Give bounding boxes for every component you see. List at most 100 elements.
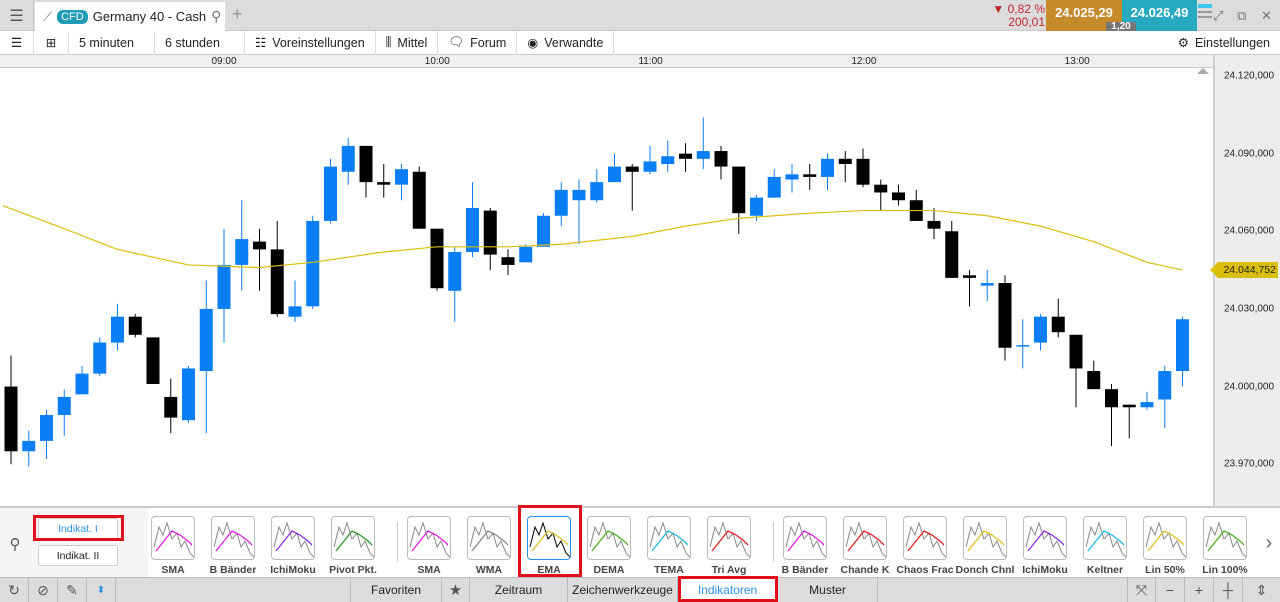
indicator-lin-50-[interactable]: Lin 50% [1135,516,1195,576]
price-axis[interactable]: 24.120,000 24.090,000 24.060,000 24.030,000… [1197,55,1280,506]
indicator-tema[interactable]: TEMA [639,516,699,576]
candle [590,169,604,203]
indicator-thumbnail-icon [407,516,451,560]
add-tab-button[interactable]: + [232,4,243,25]
indicator-thumbnail-icon [843,516,887,560]
candle-body [164,396,178,418]
candle [146,337,160,384]
price-tick-label: 24.090,000 [1224,148,1275,160]
range-select[interactable]: 6 stunden [155,30,245,55]
menu-icon[interactable]: ☰ [0,0,34,31]
pencil-icon[interactable]: ✎ [58,578,87,602]
zoom-out-icon[interactable]: − [1156,578,1185,602]
fit-icon[interactable]: ⤧ [1127,578,1156,602]
candle [57,389,71,436]
change-absolute: 200,01 [1008,15,1045,29]
indicator-chaos-frac[interactable]: Chaos Frac [895,516,955,576]
candle [732,166,746,234]
crosshair-icon[interactable]: ┼ [1214,578,1243,602]
refresh-icon[interactable]: ↻ [0,578,29,602]
candle-body [537,215,550,247]
indicator-thumbnail-icon [903,516,947,560]
candle-body [1158,371,1172,400]
vertical-fit-icon[interactable]: ⇕ [1243,578,1280,602]
ban-icon[interactable]: ⊘ [29,578,58,602]
scroll-up-icon[interactable] [1197,68,1209,74]
candle-body [430,228,444,289]
candle [483,207,497,271]
candle [199,280,213,434]
indicator-b-b-nder[interactable]: B Bänder [203,516,263,576]
time-tick-label: 11:00 [638,56,663,67]
candle [945,220,959,278]
layout-icon[interactable] [1198,4,1212,26]
candle-body [750,197,763,216]
eye-icon: ◉ [527,36,539,50]
tab-favoriten[interactable]: Favoriten [350,578,442,602]
search-icon[interactable]: ⚲ [211,8,221,25]
indicator-tri-avg[interactable]: Tri Avg [699,516,759,576]
popout-icon[interactable]: ⧉ [1237,8,1246,24]
candle-body [554,189,568,216]
candle [661,140,675,172]
indicator-pivot-pkt-[interactable]: Pivot Pkt. [323,516,383,576]
indicator-keltner[interactable]: Keltner [1075,516,1135,576]
candle-body [945,231,959,278]
indicator-dema[interactable]: DEMA [579,516,639,576]
tab-zeichenwerkzeuge[interactable]: Zeichenwerkzeuge [568,578,678,602]
candle [625,163,639,211]
indicator-donch-chnl[interactable]: Donch Chnl [955,516,1015,576]
indicator-ichimoku[interactable]: IchiMoku [263,516,323,576]
candle [909,189,923,221]
candlestick-chart[interactable] [3,68,1213,506]
candle [253,228,266,291]
zoom-in-icon[interactable]: + [1185,578,1214,602]
indicator-b-b-nder[interactable]: B Bänder [775,516,835,576]
indicator-wma[interactable]: WMA [459,516,519,576]
candle [217,228,231,343]
candle [892,184,905,206]
search-icon[interactable]: ⚲ [0,508,30,579]
candle-body [199,308,213,372]
candle [1122,404,1136,439]
settings-button[interactable]: ⚙ Einstellungen [1168,31,1280,55]
related-button[interactable]: ◉ Verwandte [517,30,615,55]
tab-indikat-2[interactable]: Indikat. II [38,545,118,566]
interval-select[interactable]: 5 minuten [69,30,155,55]
up-down-arrows-icon[interactable]: ⬍ [87,578,116,602]
candle-body [892,192,905,201]
candle-body [22,440,36,452]
chart-type-button[interactable]: ⫼ Mittel [376,30,439,55]
instrument-tab[interactable]: ⟋ CFD Germany 40 - Cash ⚲ [35,2,225,31]
indicator-label: SMA [161,564,185,576]
candle [501,249,515,276]
candle [998,275,1012,361]
close-icon[interactable]: ✕ [1261,8,1272,24]
list-icon[interactable]: ☰ [0,30,34,55]
candle-body [128,316,142,335]
candle [93,337,107,377]
star-icon[interactable]: ★ [442,578,470,602]
tab-muster[interactable]: Muster [778,578,878,602]
price-tick-label: 24.060,000 [1224,225,1275,237]
chevron-right-icon[interactable]: › [1258,508,1280,579]
candle-body [980,283,994,286]
indicator-ichimoku[interactable]: IchiMoku [1015,516,1075,576]
maximize-icon[interactable]: ⤢ [1213,8,1223,24]
candle-body [217,264,231,309]
indicator-sma[interactable]: SMA [399,516,459,576]
candle [519,244,533,263]
forum-button[interactable]: 🗨 Forum [438,30,518,55]
indicator-lin-100-[interactable]: Lin 100% [1195,516,1255,576]
chart-toolbar: ☰ ⊞ 5 minuten 6 stunden ☷ Voreinstellunge… [0,30,1280,55]
candle-body [395,169,408,185]
tab-zeitraum[interactable]: Zeitraum [470,578,568,602]
price-tick-label: 24.030,000 [1224,303,1275,315]
layout-grid-icon[interactable]: ⊞ [34,30,69,55]
indicator-chande-k[interactable]: Chande K [835,516,895,576]
presets-button[interactable]: ☷ Voreinstellungen [245,30,376,55]
candle [1176,316,1189,387]
indicator-thumbnail-icon [1203,516,1247,560]
indicator-label: B Bänder [209,564,257,576]
indicator-sma[interactable]: SMA [143,516,203,576]
